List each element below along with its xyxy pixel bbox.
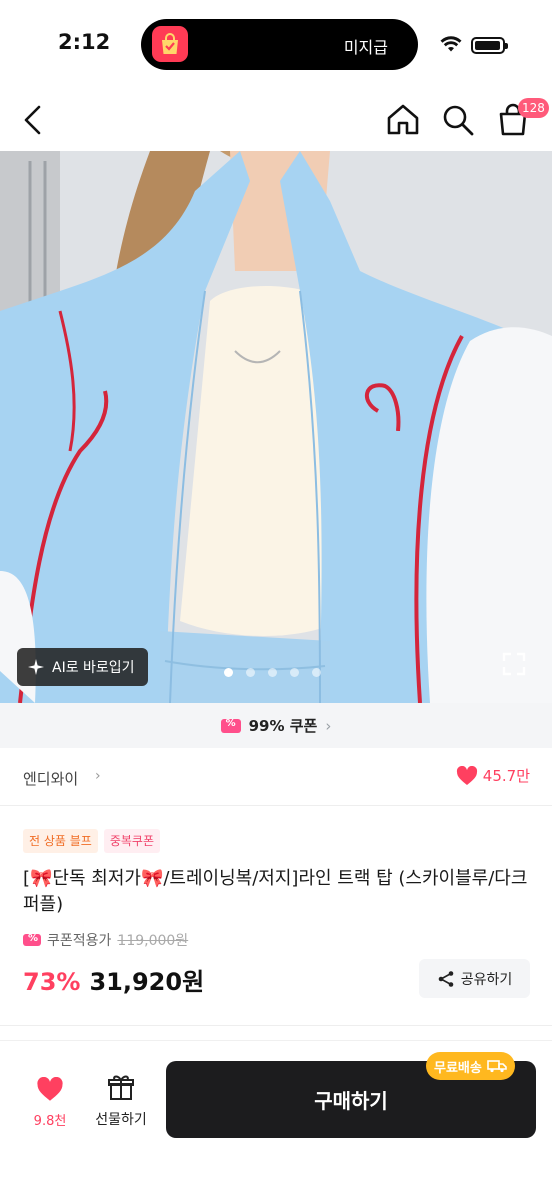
sale-price: 31,920원 bbox=[89, 968, 205, 996]
gift-icon bbox=[108, 1075, 134, 1100]
free-shipping-label: 무료배송 bbox=[434, 1060, 482, 1076]
carousel-dot[interactable] bbox=[246, 668, 255, 677]
coupon-price-label: 쿠폰적용가 bbox=[47, 933, 112, 949]
heart-icon bbox=[37, 1076, 63, 1101]
home-icon[interactable] bbox=[383, 100, 423, 140]
chevron-right-icon: › bbox=[325, 716, 332, 735]
shopping-app-icon bbox=[152, 26, 188, 62]
divider bbox=[0, 1025, 552, 1026]
carousel-dots bbox=[224, 668, 321, 677]
island-label: 미지급 bbox=[343, 38, 388, 57]
share-button[interactable]: 공유하기 bbox=[419, 959, 530, 998]
chevron-right-icon: › bbox=[95, 768, 101, 784]
search-icon[interactable] bbox=[438, 100, 478, 140]
tag-black-friday: 전 상품 블프 bbox=[23, 829, 98, 853]
free-shipping-badge: 무료배송 bbox=[426, 1052, 515, 1080]
product-title: [🎀단독 최저가🎀/트레이닝복/저지]라인 트랙 탑 (스카이블루/다크퍼플) bbox=[23, 868, 528, 915]
heart-icon bbox=[456, 765, 477, 785]
price-row: 73% 31,920원 bbox=[23, 962, 204, 997]
wishlist-button[interactable]: 9.8천 bbox=[24, 1076, 76, 1129]
dynamic-island: 미지급 bbox=[141, 19, 418, 70]
carousel-dot[interactable] bbox=[290, 668, 299, 677]
wifi-icon bbox=[440, 36, 462, 52]
product-tags: 전 상품 블프 중복쿠폰 bbox=[23, 829, 161, 853]
share-label: 공유하기 bbox=[460, 971, 513, 988]
share-icon bbox=[438, 970, 454, 987]
carousel-dot[interactable] bbox=[312, 668, 321, 677]
coupon-label: 99% 쿠폰 bbox=[248, 717, 318, 735]
ai-button-label: AI로 바로입기 bbox=[52, 660, 135, 676]
coupon-price-row: 쿠폰적용가 119,000원 bbox=[23, 930, 188, 950]
expand-icon[interactable] bbox=[500, 650, 528, 678]
cart-count-badge: 128 bbox=[518, 98, 549, 118]
carousel-dot[interactable] bbox=[268, 668, 277, 677]
original-price: 119,000원 bbox=[117, 933, 189, 949]
ai-try-on-button[interactable]: AI로 바로입기 bbox=[17, 648, 148, 686]
coupon-strip[interactable]: 99% 쿠폰 › bbox=[0, 703, 552, 748]
gift-label: 선물하기 bbox=[95, 1112, 147, 1128]
brand-likes-count: 45.7만 bbox=[482, 767, 530, 785]
discount-rate: 73% bbox=[23, 968, 81, 996]
product-image[interactable] bbox=[0, 151, 552, 703]
back-arrow-icon[interactable] bbox=[14, 100, 54, 140]
status-time: 2:12 bbox=[58, 30, 111, 54]
brand-row: 엔디와이 › 45.7만 bbox=[0, 748, 552, 806]
tag-duplicate-coupon: 중복쿠폰 bbox=[103, 829, 161, 853]
brand-name[interactable]: 엔디와이 bbox=[23, 768, 78, 789]
battery-icon bbox=[471, 37, 508, 54]
status-bar: 2:12 미지급 bbox=[0, 0, 552, 90]
product-photo bbox=[0, 151, 552, 703]
sparkle-icon bbox=[28, 659, 44, 675]
carousel-dot-active[interactable] bbox=[224, 668, 233, 677]
wishlist-count: 9.8천 bbox=[33, 1114, 67, 1129]
coupon-icon bbox=[220, 718, 241, 733]
brand-likes[interactable]: 45.7만 bbox=[456, 765, 530, 786]
top-nav bbox=[0, 90, 552, 150]
coupon-small-icon bbox=[23, 933, 43, 946]
gift-button[interactable]: 선물하기 bbox=[88, 1073, 154, 1129]
truck-icon bbox=[487, 1060, 507, 1073]
